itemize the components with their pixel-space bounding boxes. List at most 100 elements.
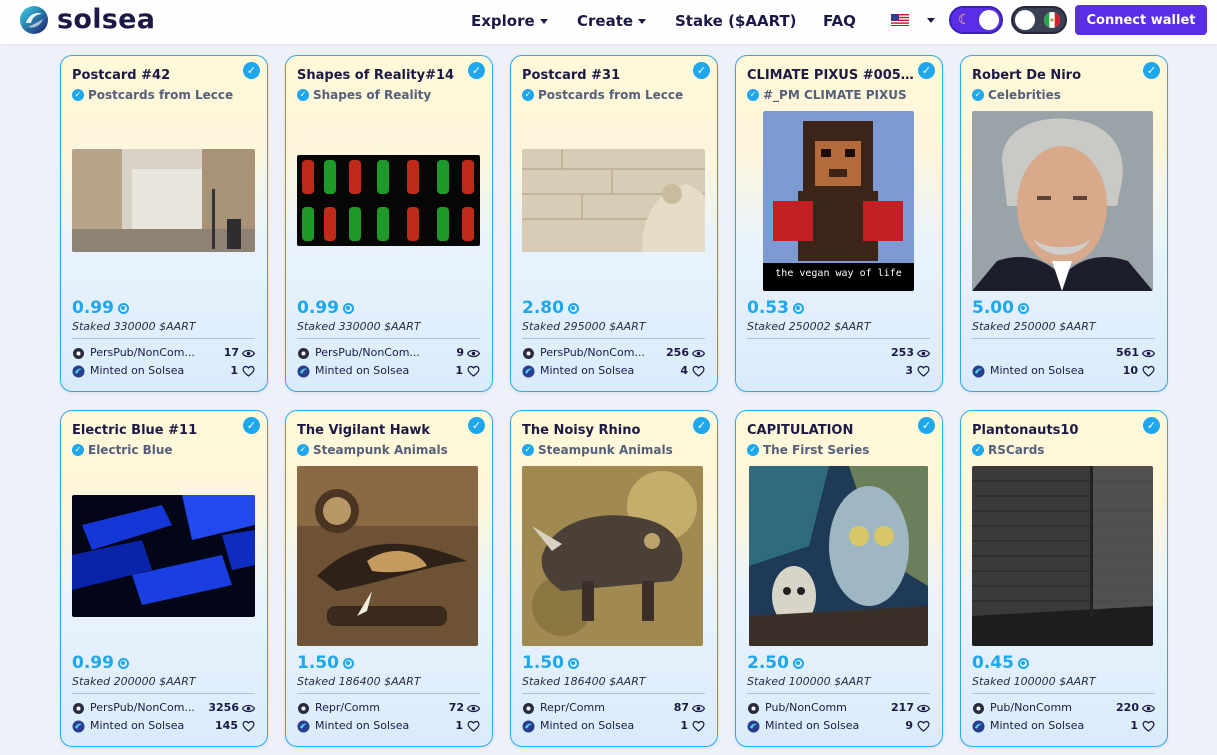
- nft-card[interactable]: ✓ Plantonauts10 ✓ RSCards 0.45 Staked 10…: [960, 410, 1168, 747]
- minted-row: Minted on Solsea 145: [72, 718, 255, 734]
- heart-icon[interactable]: [467, 720, 480, 732]
- heart-icon[interactable]: [1142, 365, 1155, 377]
- nav-stake[interactable]: Stake ($AART): [675, 11, 797, 31]
- nft-card[interactable]: ✓ Robert De Niro ✓ Celebrities 5.00 Stak…: [960, 55, 1168, 392]
- verified-check-icon: ✓: [747, 89, 759, 101]
- license-label: PersPub/NonCom...: [90, 346, 195, 359]
- card-title[interactable]: Plantonauts10: [972, 422, 1140, 439]
- like-count: 1: [1130, 719, 1138, 732]
- divider: [747, 338, 930, 339]
- card-collection-link[interactable]: ✓ Celebrities: [972, 87, 1152, 103]
- nft-image-brick-room[interactable]: [972, 466, 1153, 646]
- dark-mode-toggle[interactable]: ☾: [949, 6, 1003, 34]
- connect-wallet-button[interactable]: Connect wallet: [1075, 5, 1207, 35]
- nft-image-rhino[interactable]: [522, 466, 703, 646]
- nft-card[interactable]: ✓ The Noisy Rhino ✓ Steampunk Animals 1.…: [510, 410, 718, 747]
- solsea-mini-icon: [972, 720, 985, 732]
- solsea-mini-icon: [747, 720, 760, 732]
- heart-icon[interactable]: [1142, 720, 1155, 732]
- language-chevron-down-icon[interactable]: [927, 18, 935, 23]
- minted-row: Minted on Solsea 1: [297, 718, 480, 734]
- card-collection-link[interactable]: ✓ The First Series: [747, 442, 927, 458]
- verified-check-icon: ✓: [297, 444, 309, 456]
- chevron-down-icon: [638, 18, 647, 24]
- card-collection-link[interactable]: ✓ RSCards: [972, 442, 1152, 458]
- heart-icon[interactable]: [917, 720, 930, 732]
- nav-explore[interactable]: Explore: [471, 11, 548, 31]
- eye-icon: [1142, 349, 1155, 357]
- card-collection-link[interactable]: ✓ #_PM CLIMATE PIXUS: [747, 87, 927, 103]
- heart-icon[interactable]: [242, 720, 255, 732]
- flag-icon: [1044, 12, 1060, 28]
- card-collection-link[interactable]: ✓ Postcards from Lecce: [72, 87, 252, 103]
- card-collection-link[interactable]: ✓ Steampunk Animals: [522, 442, 702, 458]
- nft-image-shapes[interactable]: [297, 155, 480, 246]
- card-collection-link[interactable]: ✓ Shapes of Reality: [297, 87, 477, 103]
- nav-faq[interactable]: FAQ: [823, 11, 856, 31]
- minted-row: Minted on Solsea 1: [522, 718, 705, 734]
- art-caption: the vegan way of life: [775, 268, 902, 279]
- solsea-logo[interactable]: solsea: [19, 5, 155, 35]
- nft-card[interactable]: ✓ Electric Blue #11 ✓ Electric Blue 0.99…: [60, 410, 268, 747]
- sol-currency-icon: [567, 302, 579, 314]
- collection-name: Postcards from Lecce: [88, 88, 234, 102]
- card-title[interactable]: Shapes of Reality#14: [297, 67, 465, 84]
- staked-amount: Staked 186400 $AART: [297, 675, 421, 688]
- price-value: 0.45: [972, 653, 1014, 673]
- collection-name: Steampunk Animals: [538, 443, 673, 457]
- card-title[interactable]: CLIMATE PIXUS #0053 ...: [747, 67, 915, 84]
- verified-check-icon: ✓: [918, 417, 935, 434]
- nft-card[interactable]: ✓ The Vigilant Hawk ✓ Steampunk Animals …: [285, 410, 493, 747]
- card-collection-link[interactable]: ✓ Electric Blue: [72, 442, 252, 458]
- nft-image-capitulation[interactable]: [749, 466, 928, 646]
- verified-check-icon: ✓: [747, 444, 759, 456]
- currency-toggle[interactable]: [1011, 6, 1067, 34]
- card-title[interactable]: Postcard #31: [522, 67, 690, 84]
- collection-name: Postcards from Lecce: [538, 88, 684, 102]
- nft-image-gorilla[interactable]: the vegan way of life: [763, 111, 914, 291]
- like-count: 4: [680, 364, 688, 377]
- minted-label: Minted on Solsea: [90, 719, 185, 732]
- nft-card[interactable]: ✓ Shapes of Reality#14 ✓ Shapes of Reali…: [285, 55, 493, 392]
- card-title[interactable]: The Vigilant Hawk: [297, 422, 465, 439]
- nft-card[interactable]: ✓ CAPITULATION ✓ The First Series 2.50 S…: [735, 410, 943, 747]
- heart-icon[interactable]: [467, 365, 480, 377]
- solsea-mini-icon: [522, 720, 535, 732]
- view-count: 17: [223, 346, 239, 359]
- heart-icon[interactable]: [692, 365, 705, 377]
- nav-create[interactable]: Create: [577, 11, 647, 31]
- nft-image-street[interactable]: [72, 149, 255, 252]
- collection-name: The First Series: [763, 443, 870, 457]
- nft-card[interactable]: ✓ Postcard #31 ✓ Postcards from Lecce 2.…: [510, 55, 718, 392]
- card-title[interactable]: The Noisy Rhino: [522, 422, 690, 439]
- nft-image-portrait[interactable]: [972, 111, 1153, 291]
- eye-icon: [1142, 704, 1155, 712]
- sol-currency-icon: [117, 657, 129, 669]
- price-value: 1.50: [297, 653, 339, 673]
- sol-currency-icon: [342, 657, 354, 669]
- card-title[interactable]: Robert De Niro: [972, 67, 1140, 84]
- card-title[interactable]: Electric Blue #11: [72, 422, 240, 439]
- card-price: 2.80: [522, 298, 579, 318]
- solsea-mini-icon: [972, 365, 985, 377]
- heart-icon[interactable]: [692, 720, 705, 732]
- us-flag-icon[interactable]: [891, 14, 909, 26]
- heart-icon[interactable]: [917, 365, 930, 377]
- card-collection-link[interactable]: ✓ Postcards from Lecce: [522, 87, 702, 103]
- nft-card[interactable]: ✓ Postcard #42 ✓ Postcards from Lecce 0.…: [60, 55, 268, 392]
- card-price: 2.50: [747, 653, 804, 673]
- nft-image-hawk[interactable]: [297, 466, 478, 646]
- price-value: 2.80: [522, 298, 564, 318]
- card-collection-link[interactable]: ✓ Steampunk Animals: [297, 442, 477, 458]
- collection-name: Steampunk Animals: [313, 443, 448, 457]
- nft-image-stone[interactable]: [522, 149, 705, 252]
- price-value: 0.53: [747, 298, 789, 318]
- heart-icon[interactable]: [242, 365, 255, 377]
- card-title[interactable]: CAPITULATION: [747, 422, 915, 439]
- nft-card[interactable]: ✓ CLIMATE PIXUS #0053 ... ✓ #_PM CLIMATE…: [735, 55, 943, 392]
- verified-check-icon: ✓: [693, 62, 710, 79]
- nft-image-electric-blue[interactable]: [72, 495, 255, 617]
- license-gear-icon: [748, 702, 759, 714]
- view-count: 87: [673, 701, 689, 714]
- card-title[interactable]: Postcard #42: [72, 67, 240, 84]
